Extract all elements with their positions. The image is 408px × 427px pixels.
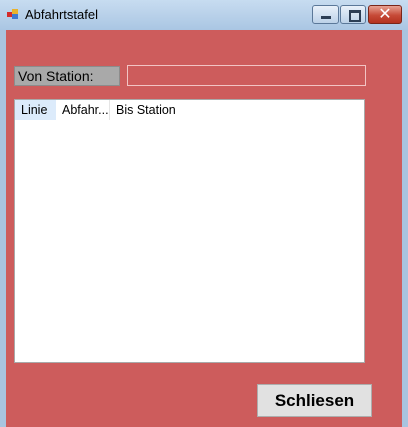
app-form-icon[interactable] <box>7 9 18 20</box>
listview-header: Linie Abfahr... Bis Station <box>15 100 364 120</box>
form-client-area: Von Station: Linie Abfahr... Bis Station… <box>6 30 402 427</box>
station-input[interactable] <box>127 65 366 86</box>
window-title: Abfahrtstafel <box>25 7 98 22</box>
app-window: Abfahrtstafel ✕ Von Station: Linie Abfah… <box>0 0 408 427</box>
minimize-icon <box>321 16 331 19</box>
close-icon: ✕ <box>378 4 392 23</box>
column-header-linie[interactable]: Linie <box>15 100 56 120</box>
minimize-button[interactable] <box>312 5 339 24</box>
close-button[interactable]: Schliesen <box>257 384 372 417</box>
maximize-icon <box>349 10 361 22</box>
column-header-abfahrt[interactable]: Abfahr... <box>56 100 110 120</box>
station-label: Von Station: <box>14 66 120 86</box>
column-header-bis-station[interactable]: Bis Station <box>110 100 200 120</box>
title-bar[interactable]: Abfahrtstafel ✕ <box>0 0 408 30</box>
departures-listview[interactable]: Linie Abfahr... Bis Station <box>14 99 365 363</box>
close-window-button[interactable]: ✕ <box>368 4 402 24</box>
maximize-button[interactable] <box>340 5 366 24</box>
